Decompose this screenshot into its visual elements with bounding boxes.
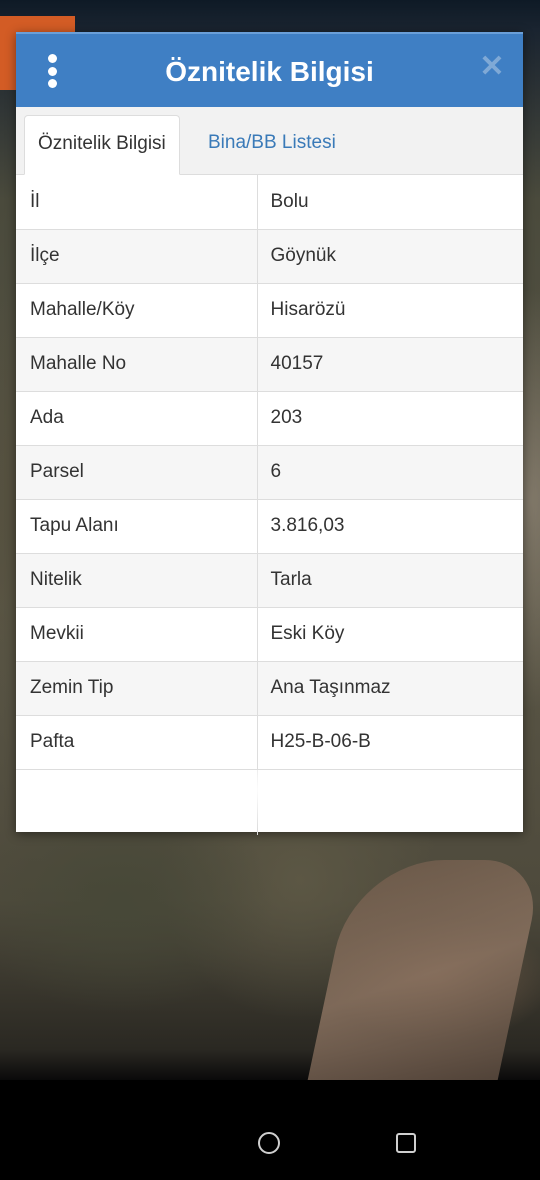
recents-icon[interactable] [396, 1133, 416, 1153]
table-row: Ada 203 [16, 391, 523, 446]
row-key: Tapu Alanı [16, 499, 258, 554]
table-row: İlçe Göynük [16, 229, 523, 284]
dialog-title: Öznitelik Bilgisi [165, 56, 374, 87]
row-value: 40157 [257, 337, 523, 392]
table-row: Zemin Tip Ana Taşınmaz [16, 661, 523, 716]
row-key: Zemin Tip [16, 661, 258, 716]
table-row-empty [16, 769, 523, 835]
row-key: İl [16, 175, 258, 230]
row-value: 3.816,03 [257, 499, 523, 554]
table-row: Pafta H25-B-06-B [16, 715, 523, 770]
table-row: Nitelik Tarla [16, 553, 523, 608]
row-key: Ada [16, 391, 258, 446]
table-row: Mahalle No 40157 [16, 337, 523, 392]
row-value-empty [257, 769, 523, 835]
row-value: H25-B-06-B [257, 715, 523, 770]
tab-attribute-info[interactable]: Öznitelik Bilgisi [24, 115, 180, 175]
row-key: Parsel [16, 445, 258, 500]
table-row: Mahalle/Köy Hisarözü [16, 283, 523, 338]
row-value: 6 [257, 445, 523, 500]
dialog-header: Öznitelik Bilgisi ✕ [16, 32, 523, 107]
close-icon[interactable]: ✕ [479, 52, 505, 82]
android-nav-bar [0, 1080, 540, 1180]
row-value: Tarla [257, 553, 523, 608]
row-key: Nitelik [16, 553, 258, 608]
row-key: İlçe [16, 229, 258, 284]
table-row: İl Bolu [16, 175, 523, 230]
row-value: Hisarözü [257, 283, 523, 338]
table-row: Tapu Alanı 3.816,03 [16, 499, 523, 554]
row-value: Göynük [257, 229, 523, 284]
row-key: Pafta [16, 715, 258, 770]
row-value: 203 [257, 391, 523, 446]
row-value: Eski Köy [257, 607, 523, 662]
row-value: Bolu [257, 175, 523, 230]
row-key-empty [16, 769, 258, 835]
home-icon[interactable] [258, 1132, 280, 1154]
row-key: Mevkii [16, 607, 258, 662]
table-row: Mevkii Eski Köy [16, 607, 523, 662]
attribute-table: İl Bolu İlçe Göynük Mahalle/Köy Hisarözü… [16, 175, 523, 835]
tab-bar: Öznitelik Bilgisi Bina/BB Listesi [16, 107, 523, 175]
row-key: Mahalle No [16, 337, 258, 392]
tab-building-list[interactable]: Bina/BB Listesi [195, 115, 349, 175]
row-value: Ana Taşınmaz [257, 661, 523, 716]
attribute-info-dialog: Öznitelik Bilgisi ✕ Öznitelik Bilgisi Bi… [16, 32, 523, 835]
table-row: Parsel 6 [16, 445, 523, 500]
row-key: Mahalle/Köy [16, 283, 258, 338]
